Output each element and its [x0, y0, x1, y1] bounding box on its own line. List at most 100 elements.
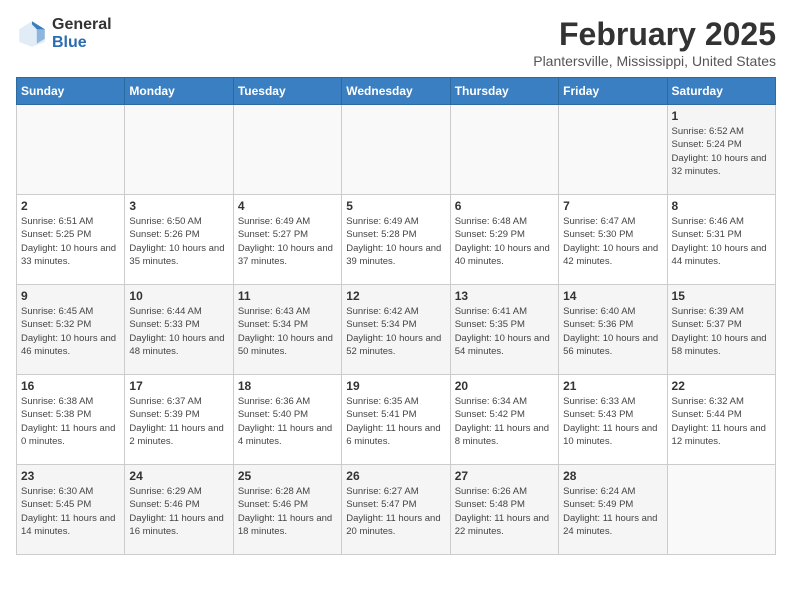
calendar-week-row: 2Sunrise: 6:51 AM Sunset: 5:25 PM Daylig… [17, 195, 776, 285]
day-number: 11 [238, 289, 337, 303]
day-info: Sunrise: 6:29 AM Sunset: 5:46 PM Dayligh… [129, 485, 228, 538]
page-title: February 2025 [533, 16, 776, 53]
day-number: 20 [455, 379, 554, 393]
calendar-cell [450, 105, 558, 195]
calendar-cell: 14 Sunrise: 6:40 AM Sunset: 5:36 PM Dayli… [559, 285, 667, 375]
day-number: 9 [21, 289, 120, 303]
calendar-cell: 11 Sunrise: 6:43 AM Sunset: 5:34 PM Dayli… [233, 285, 341, 375]
logo-icon [16, 18, 48, 50]
calendar-cell: 28 Sunrise: 6:24 AM Sunset: 5:49 PM Dayli… [559, 465, 667, 555]
day-info: Sunrise: 6:34 AM Sunset: 5:42 PM Dayligh… [455, 395, 554, 448]
day-info: Sunrise: 6:44 AM Sunset: 5:33 PM Dayligh… [129, 305, 228, 358]
calendar-cell: 27 Sunrise: 6:26 AM Sunset: 5:48 PM Dayli… [450, 465, 558, 555]
day-number: 23 [21, 469, 120, 483]
page-subtitle: Plantersville, Mississippi, United State… [533, 53, 776, 69]
calendar-cell [125, 105, 233, 195]
weekday-header-friday: Friday [559, 78, 667, 105]
calendar-cell: 19 Sunrise: 6:35 AM Sunset: 5:41 PM Dayli… [342, 375, 450, 465]
day-number: 5 [346, 199, 445, 213]
day-info: Sunrise: 6:32 AM Sunset: 5:44 PM Dayligh… [672, 395, 771, 448]
day-info: Sunrise: 6:49 AM Sunset: 5:27 PM Dayligh… [238, 215, 337, 268]
day-number: 24 [129, 469, 228, 483]
calendar-cell [667, 465, 775, 555]
day-number: 7 [563, 199, 662, 213]
calendar-cell: 13 Sunrise: 6:41 AM Sunset: 5:35 PM Dayli… [450, 285, 558, 375]
logo-general-text: General [52, 16, 112, 34]
calendar-cell [17, 105, 125, 195]
calendar-week-row: 9 Sunrise: 6:45 AM Sunset: 5:32 PM Daylig… [17, 285, 776, 375]
calendar-cell: 5Sunrise: 6:49 AM Sunset: 5:28 PM Daylig… [342, 195, 450, 285]
day-number: 4 [238, 199, 337, 213]
day-info: Sunrise: 6:45 AM Sunset: 5:32 PM Dayligh… [21, 305, 120, 358]
calendar-cell [233, 105, 341, 195]
day-info: Sunrise: 6:46 AM Sunset: 5:31 PM Dayligh… [672, 215, 771, 268]
calendar-cell: 4 Sunrise: 6:49 AM Sunset: 5:27 PM Daylig… [233, 195, 341, 285]
header: General Blue February 2025 Plantersville… [16, 16, 776, 69]
day-number: 1 [672, 109, 771, 123]
calendar-week-row: 23 Sunrise: 6:30 AM Sunset: 5:45 PM Dayli… [17, 465, 776, 555]
weekday-header-row: SundayMondayTuesdayWednesdayThursdayFrid… [17, 78, 776, 105]
calendar-cell [559, 105, 667, 195]
day-info: Sunrise: 6:51 AM Sunset: 5:25 PM Dayligh… [21, 215, 120, 268]
day-info: Sunrise: 6:43 AM Sunset: 5:34 PM Dayligh… [238, 305, 337, 358]
calendar-cell: 2Sunrise: 6:51 AM Sunset: 5:25 PM Daylig… [17, 195, 125, 285]
day-info: Sunrise: 6:48 AM Sunset: 5:29 PM Dayligh… [455, 215, 554, 268]
day-info: Sunrise: 6:30 AM Sunset: 5:45 PM Dayligh… [21, 485, 120, 538]
day-number: 27 [455, 469, 554, 483]
day-number: 28 [563, 469, 662, 483]
calendar-cell: 17 Sunrise: 6:37 AM Sunset: 5:39 PM Dayli… [125, 375, 233, 465]
title-area: February 2025 Plantersville, Mississippi… [533, 16, 776, 69]
day-info: Sunrise: 6:42 AM Sunset: 5:34 PM Dayligh… [346, 305, 445, 358]
day-number: 19 [346, 379, 445, 393]
calendar-cell: 8 Sunrise: 6:46 AM Sunset: 5:31 PM Daylig… [667, 195, 775, 285]
logo-text: General Blue [52, 16, 112, 51]
day-number: 22 [672, 379, 771, 393]
calendar-cell: 9 Sunrise: 6:45 AM Sunset: 5:32 PM Daylig… [17, 285, 125, 375]
calendar-cell: 6 Sunrise: 6:48 AM Sunset: 5:29 PM Daylig… [450, 195, 558, 285]
calendar-cell: 7 Sunrise: 6:47 AM Sunset: 5:30 PM Daylig… [559, 195, 667, 285]
day-number: 15 [672, 289, 771, 303]
calendar-cell: 21 Sunrise: 6:33 AM Sunset: 5:43 PM Dayli… [559, 375, 667, 465]
logo-blue-text: Blue [52, 34, 112, 52]
calendar-cell: 12 Sunrise: 6:42 AM Sunset: 5:34 PM Dayli… [342, 285, 450, 375]
calendar-table: SundayMondayTuesdayWednesdayThursdayFrid… [16, 77, 776, 555]
calendar-cell: 22 Sunrise: 6:32 AM Sunset: 5:44 PM Dayli… [667, 375, 775, 465]
day-number: 17 [129, 379, 228, 393]
day-info: Sunrise: 6:47 AM Sunset: 5:30 PM Dayligh… [563, 215, 662, 268]
calendar-cell: 20 Sunrise: 6:34 AM Sunset: 5:42 PM Dayli… [450, 375, 558, 465]
day-info: Sunrise: 6:35 AM Sunset: 5:41 PM Dayligh… [346, 395, 445, 448]
calendar-cell: 10 Sunrise: 6:44 AM Sunset: 5:33 PM Dayli… [125, 285, 233, 375]
day-info: Sunrise: 6:41 AM Sunset: 5:35 PM Dayligh… [455, 305, 554, 358]
day-number: 6 [455, 199, 554, 213]
calendar-cell: 23 Sunrise: 6:30 AM Sunset: 5:45 PM Dayli… [17, 465, 125, 555]
day-info: Sunrise: 6:38 AM Sunset: 5:38 PM Dayligh… [21, 395, 120, 448]
day-info: Sunrise: 6:40 AM Sunset: 5:36 PM Dayligh… [563, 305, 662, 358]
calendar-header: SundayMondayTuesdayWednesdayThursdayFrid… [17, 78, 776, 105]
day-number: 8 [672, 199, 771, 213]
day-number: 12 [346, 289, 445, 303]
day-info: Sunrise: 6:37 AM Sunset: 5:39 PM Dayligh… [129, 395, 228, 448]
weekday-header-sunday: Sunday [17, 78, 125, 105]
day-number: 14 [563, 289, 662, 303]
calendar-cell [342, 105, 450, 195]
calendar-cell: 1 Sunrise: 6:52 AM Sunset: 5:24 PM Daylig… [667, 105, 775, 195]
calendar-cell: 18Sunrise: 6:36 AM Sunset: 5:40 PM Dayli… [233, 375, 341, 465]
weekday-header-monday: Monday [125, 78, 233, 105]
calendar-cell: 25Sunrise: 6:28 AM Sunset: 5:46 PM Dayli… [233, 465, 341, 555]
day-info: Sunrise: 6:52 AM Sunset: 5:24 PM Dayligh… [672, 125, 771, 178]
calendar-cell: 15 Sunrise: 6:39 AM Sunset: 5:37 PM Dayli… [667, 285, 775, 375]
day-number: 10 [129, 289, 228, 303]
day-number: 13 [455, 289, 554, 303]
day-number: 18 [238, 379, 337, 393]
weekday-header-thursday: Thursday [450, 78, 558, 105]
day-number: 25 [238, 469, 337, 483]
day-info: Sunrise: 6:39 AM Sunset: 5:37 PM Dayligh… [672, 305, 771, 358]
day-info: Sunrise: 6:26 AM Sunset: 5:48 PM Dayligh… [455, 485, 554, 538]
day-info: Sunrise: 6:33 AM Sunset: 5:43 PM Dayligh… [563, 395, 662, 448]
day-info: Sunrise: 6:24 AM Sunset: 5:49 PM Dayligh… [563, 485, 662, 538]
day-number: 3 [129, 199, 228, 213]
calendar-week-row: 1 Sunrise: 6:52 AM Sunset: 5:24 PM Daylig… [17, 105, 776, 195]
day-number: 26 [346, 469, 445, 483]
weekday-header-wednesday: Wednesday [342, 78, 450, 105]
day-number: 21 [563, 379, 662, 393]
